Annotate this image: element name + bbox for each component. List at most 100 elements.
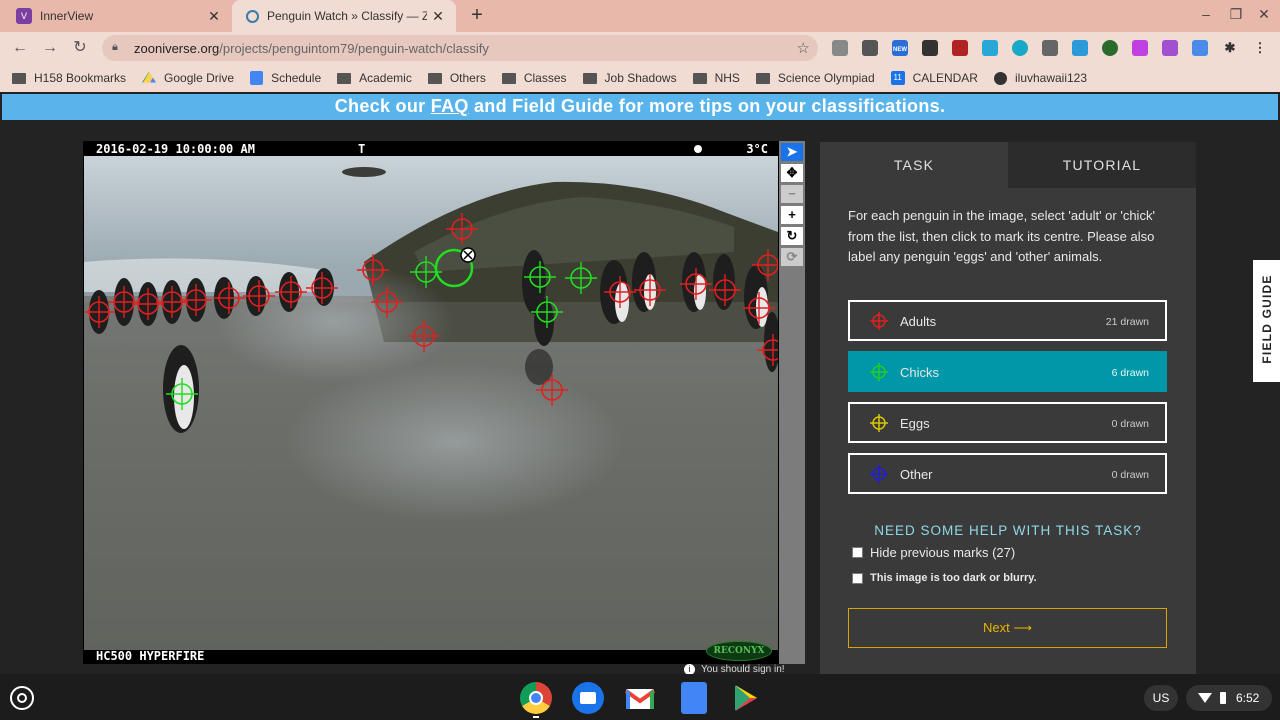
minimize-icon[interactable]: – bbox=[1196, 6, 1216, 22]
extension-icon[interactable] bbox=[1162, 40, 1178, 56]
drawn-count: 0 drawn bbox=[1111, 418, 1149, 430]
wifi-icon bbox=[1198, 693, 1212, 703]
chrome-icon[interactable] bbox=[520, 682, 552, 714]
next-button[interactable]: Next ⟶ bbox=[848, 608, 1167, 648]
faq-link[interactable]: FAQ bbox=[431, 96, 469, 116]
sign-in-note[interactable]: i You should sign in! bbox=[684, 664, 785, 674]
extension-icon[interactable] bbox=[862, 40, 878, 56]
running-indicator bbox=[533, 716, 539, 718]
bookmark-h158[interactable]: H158 Bookmarks bbox=[12, 71, 126, 85]
extensions-puzzle-icon[interactable]: ✱ bbox=[1222, 40, 1238, 56]
tab-innerview[interactable]: V InnerView ✕ bbox=[0, 0, 232, 32]
extension-icon[interactable] bbox=[1132, 40, 1148, 56]
extension-icon[interactable] bbox=[1192, 40, 1208, 56]
extension-new-icon[interactable]: NEW bbox=[892, 40, 908, 56]
close-tab-icon[interactable]: ✕ bbox=[430, 8, 446, 24]
tab-tutorial[interactable]: TUTORIAL bbox=[1008, 142, 1196, 188]
docs-icon[interactable] bbox=[681, 682, 707, 714]
zoom-in-icon[interactable]: + bbox=[781, 206, 803, 224]
yellow-crosshair-icon bbox=[870, 414, 888, 432]
calendar-icon: 11 bbox=[890, 71, 905, 85]
pan-tool-icon[interactable]: ✥ bbox=[781, 164, 803, 182]
tab-penguin-watch[interactable]: Penguin Watch » Classify — Zoo ✕ bbox=[232, 0, 456, 32]
checkbox-icon[interactable] bbox=[852, 547, 863, 558]
extension-icon[interactable] bbox=[1042, 40, 1058, 56]
bookmark-science-olympiad[interactable]: Science Olympiad bbox=[755, 71, 875, 85]
choice-chicks[interactable]: Chicks 6 drawn bbox=[848, 351, 1167, 392]
bookmark-iluvhawaii[interactable]: iluvhawaii123 bbox=[993, 71, 1087, 85]
choice-eggs[interactable]: Eggs 0 drawn bbox=[848, 402, 1167, 443]
hide-marks-checkbox[interactable]: Hide previous marks (27) bbox=[852, 545, 1015, 560]
status-tray[interactable]: 6:52 bbox=[1186, 685, 1272, 711]
bookmark-star-icon[interactable]: ☆ bbox=[797, 39, 810, 57]
bookmark-others[interactable]: Others bbox=[427, 71, 486, 85]
checkbox-icon[interactable] bbox=[852, 572, 863, 584]
folder-icon bbox=[692, 72, 707, 84]
too-dark-checkbox[interactable]: This image is too dark or blurry. bbox=[852, 572, 1037, 584]
play-store-icon[interactable] bbox=[730, 682, 762, 714]
reload-icon[interactable]: ↻ bbox=[70, 38, 90, 58]
tips-banner: Check our FAQ and Field Guide for more t… bbox=[2, 94, 1278, 120]
bookmark-google-drive[interactable]: Google Drive bbox=[142, 71, 234, 85]
bookmark-nhs[interactable]: NHS bbox=[692, 71, 740, 85]
tab-title: Penguin Watch » Classify — Zoo bbox=[267, 9, 427, 23]
task-instructions: For each penguin in the image, select 'a… bbox=[848, 208, 1155, 264]
choice-adults[interactable]: Adults 21 drawn bbox=[848, 300, 1167, 341]
tab-strip: V InnerView ✕ Penguin Watch » Classify —… bbox=[0, 0, 1280, 32]
launcher-icon[interactable] bbox=[10, 686, 34, 710]
tab-task[interactable]: TASK bbox=[820, 142, 1008, 188]
info-icon: i bbox=[684, 664, 695, 674]
address-bar[interactable]: 🔒︎ zooniverse.org/projects/penguintom79/… bbox=[102, 35, 818, 61]
input-language[interactable]: US bbox=[1144, 685, 1178, 711]
forward-icon[interactable]: → bbox=[40, 38, 60, 58]
url-text: zooniverse.org/projects/penguintom79/pen… bbox=[134, 40, 489, 56]
back-icon[interactable]: ← bbox=[10, 38, 30, 58]
gmail-icon[interactable] bbox=[624, 682, 656, 714]
reset-view-icon[interactable]: ⟳ bbox=[781, 248, 803, 266]
extension-icon[interactable] bbox=[952, 40, 968, 56]
new-tab-button[interactable]: + bbox=[466, 5, 488, 27]
subject-image-viewer[interactable]: 2016-02-19 10:00:00 AM T 3°C HC500 HYPER… bbox=[83, 141, 779, 664]
field-guide-tab[interactable]: FIELD GUIDE bbox=[1253, 260, 1280, 382]
help-heading[interactable]: NEED SOME HELP WITH THIS TASK? bbox=[820, 523, 1196, 538]
menu-kebab-icon[interactable]: ⋮ bbox=[1252, 40, 1268, 56]
extension-icon[interactable] bbox=[1102, 40, 1118, 56]
globe-icon bbox=[993, 71, 1007, 85]
extension-icon[interactable] bbox=[982, 40, 998, 56]
zooniverse-icon bbox=[246, 9, 259, 23]
extension-icon[interactable] bbox=[922, 40, 938, 56]
close-tab-icon[interactable]: ✕ bbox=[206, 8, 222, 24]
bookmark-calendar[interactable]: 11 CALENDAR bbox=[890, 71, 978, 85]
tab-title: InnerView bbox=[40, 9, 94, 23]
green-crosshair-icon bbox=[870, 363, 888, 381]
lock-icon: 🔒︎ bbox=[112, 41, 118, 53]
close-window-icon[interactable]: ✕ bbox=[1254, 6, 1274, 23]
extension-icon[interactable] bbox=[1072, 40, 1088, 56]
rotate-icon[interactable]: ↻ bbox=[781, 227, 803, 245]
innerview-icon: V bbox=[16, 8, 32, 24]
task-tabs: TASK TUTORIAL bbox=[820, 142, 1196, 188]
extension-icon[interactable] bbox=[832, 40, 848, 56]
browser-toolbar: ← → ↻ 🔒︎ zooniverse.org/projects/penguin… bbox=[0, 32, 1280, 64]
page-content: Check our FAQ and Field Guide for more t… bbox=[0, 92, 1280, 674]
battery-icon bbox=[1220, 692, 1226, 704]
extension-icon[interactable] bbox=[1012, 40, 1028, 56]
pointer-tool-icon[interactable]: ➤ bbox=[781, 143, 803, 161]
bookmark-schedule[interactable]: Schedule bbox=[250, 71, 321, 85]
restore-icon[interactable]: ❐ bbox=[1226, 6, 1246, 23]
bookmark-academic[interactable]: Academic bbox=[337, 71, 412, 85]
folder-icon bbox=[755, 72, 770, 84]
google-drive-icon bbox=[142, 71, 157, 83]
drawn-count: 6 drawn bbox=[1111, 367, 1149, 379]
bookmark-classes[interactable]: Classes bbox=[501, 71, 567, 85]
choice-other[interactable]: Other 0 drawn bbox=[848, 453, 1167, 494]
penguin-colony-photo[interactable] bbox=[84, 142, 778, 663]
red-crosshair-icon bbox=[870, 312, 888, 330]
blue-crosshair-icon bbox=[870, 465, 888, 483]
drawn-count: 21 drawn bbox=[1105, 316, 1149, 328]
files-icon[interactable] bbox=[572, 682, 604, 714]
reconyx-logo: RECONYX bbox=[706, 641, 772, 661]
delete-mark-icon[interactable] bbox=[460, 247, 476, 263]
bookmark-job-shadows[interactable]: Job Shadows bbox=[582, 71, 677, 85]
zoom-out-icon[interactable]: − bbox=[781, 185, 803, 203]
